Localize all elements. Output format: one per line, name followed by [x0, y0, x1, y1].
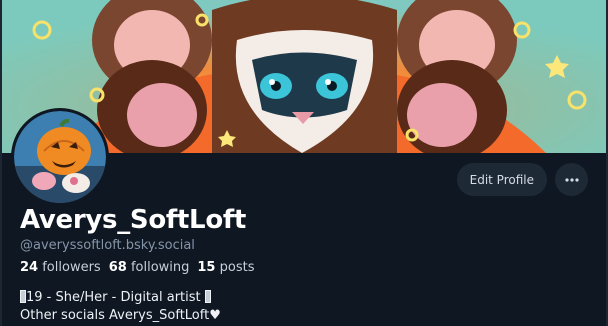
posts-stat: 15 posts	[197, 260, 254, 275]
following-stat[interactable]: 68 following	[109, 260, 190, 275]
followers-count: 24	[20, 260, 39, 275]
bio-line-2: Other socials Averys_SoftLoft♥	[20, 307, 221, 325]
posts-label: posts	[219, 260, 255, 275]
heart-icon: ♥	[209, 308, 221, 323]
profile-actions: Edit Profile	[456, 163, 588, 196]
bio-line-1: 19 - She/Her - Digital artist	[20, 289, 221, 307]
profile-avatar[interactable]	[14, 111, 106, 203]
profile-bio: 19 - She/Her - Digital artist Other soci…	[20, 289, 221, 325]
bio-line-1-text: 19 - She/Her - Digital artist	[26, 290, 201, 305]
followers-stat[interactable]: 24 followers	[20, 260, 101, 275]
emoji-placeholder-icon	[204, 290, 211, 303]
profile-stats: 24 followers 68 following 15 posts	[20, 260, 254, 275]
profile-handle[interactable]: @averyssoftloft.bsky.social	[20, 238, 195, 253]
followers-label: followers	[42, 260, 101, 275]
edit-profile-button[interactable]: Edit Profile	[456, 163, 547, 196]
following-label: following	[130, 260, 190, 275]
display-name: Averys_SoftLoft	[20, 205, 247, 235]
more-options-button[interactable]	[555, 163, 588, 196]
more-horizontal-icon	[564, 177, 579, 182]
bio-line-2-text: Other socials Averys_SoftLoft	[20, 308, 210, 323]
posts-count: 15	[197, 260, 216, 275]
following-count: 68	[108, 260, 127, 275]
